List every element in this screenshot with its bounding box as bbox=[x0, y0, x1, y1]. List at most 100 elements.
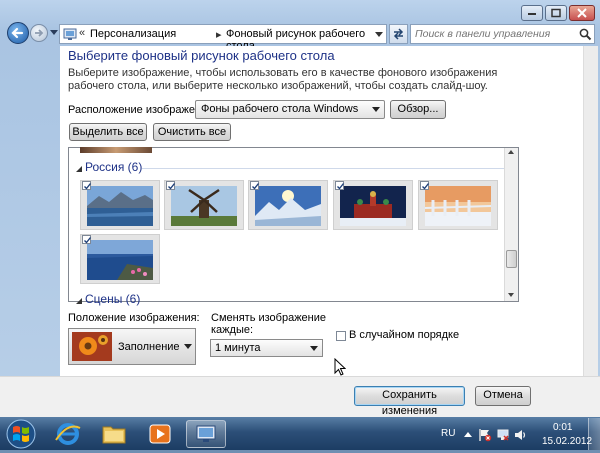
image-location-select[interactable]: Фоны рабочего стола Windows bbox=[195, 100, 385, 119]
collapse-triangle-icon[interactable] bbox=[76, 298, 82, 304]
volume-icon[interactable] bbox=[513, 428, 527, 442]
gallery-scroll-thumb[interactable] bbox=[506, 250, 517, 268]
input-language-indicator[interactable]: RU bbox=[441, 428, 455, 439]
checkmark-icon bbox=[337, 183, 345, 190]
address-overflow-chevron[interactable]: « bbox=[79, 27, 85, 39]
maximize-icon bbox=[551, 8, 561, 18]
chevron-down-icon bbox=[184, 344, 192, 349]
search-box[interactable] bbox=[410, 24, 595, 44]
back-button[interactable] bbox=[7, 22, 29, 44]
refresh-button[interactable] bbox=[389, 24, 408, 44]
collapse-triangle-icon[interactable] bbox=[76, 166, 82, 172]
media-player-icon bbox=[149, 424, 171, 444]
coast-flowers-image bbox=[87, 240, 153, 280]
thumbnail-checkbox[interactable] bbox=[82, 235, 92, 244]
frosty-sunset-image bbox=[425, 186, 491, 226]
chevron-down-icon bbox=[310, 346, 318, 351]
folder-icon bbox=[102, 426, 126, 444]
snowy-mountains-image bbox=[255, 186, 321, 226]
flower-preview-image bbox=[72, 332, 112, 361]
checkmark-icon bbox=[84, 237, 92, 244]
gallery-scrollbar[interactable] bbox=[504, 148, 518, 301]
search-icon[interactable] bbox=[579, 28, 592, 41]
shuffle-checkbox[interactable] bbox=[336, 331, 346, 341]
minimize-button[interactable] bbox=[521, 5, 543, 21]
cancel-button[interactable]: Отмена bbox=[475, 386, 531, 406]
title-bar[interactable] bbox=[0, 0, 600, 22]
action-center-flag-icon[interactable] bbox=[478, 428, 492, 442]
show-desktop-button[interactable] bbox=[588, 418, 600, 450]
lake-mountains-image bbox=[87, 186, 153, 226]
taskbar-media-player[interactable] bbox=[140, 420, 180, 448]
taskbar-internet-explorer[interactable] bbox=[48, 420, 88, 448]
change-interval-value: 1 минута bbox=[215, 342, 261, 354]
picture-position-select[interactable]: Заполнение bbox=[68, 328, 196, 365]
start-button[interactable] bbox=[3, 418, 39, 450]
internet-explorer-icon bbox=[55, 423, 81, 445]
thumbnail-checkbox[interactable] bbox=[420, 181, 430, 190]
taskbar-windows-explorer[interactable] bbox=[94, 420, 134, 448]
recent-pages-dropdown-icon[interactable] bbox=[50, 30, 58, 36]
search-input[interactable] bbox=[415, 26, 570, 42]
change-interval-label-line1: Сменять изображение bbox=[211, 312, 327, 324]
cathedral-image bbox=[340, 186, 406, 226]
checkmark-icon bbox=[84, 183, 92, 190]
thumbnail-checkbox[interactable] bbox=[335, 181, 345, 190]
page-description: Выберите изображение, чтобы использовать… bbox=[68, 67, 498, 92]
chevron-down-icon bbox=[375, 32, 383, 37]
change-interval-select[interactable]: 1 минута bbox=[210, 339, 323, 357]
maximize-button[interactable] bbox=[545, 5, 567, 21]
taskbar bbox=[0, 417, 600, 450]
browse-button[interactable]: Обзор... bbox=[390, 100, 446, 119]
show-hidden-icons-icon[interactable] bbox=[464, 432, 472, 437]
wallpaper-thumbnail[interactable] bbox=[333, 180, 413, 230]
refresh-icon bbox=[393, 28, 404, 40]
chevron-down-icon bbox=[372, 107, 380, 112]
close-icon bbox=[577, 8, 587, 18]
select-all-button[interactable]: Выделить все bbox=[69, 123, 147, 141]
address-history-dropdown[interactable] bbox=[371, 25, 387, 43]
checkmark-icon bbox=[168, 183, 176, 190]
breadcrumb-personalization[interactable]: Персонализация bbox=[90, 28, 176, 40]
windows-logo-icon bbox=[6, 419, 36, 449]
address-bar[interactable]: « Персонализация ▸ Фоновый рисунок рабоч… bbox=[59, 24, 387, 52]
wallpaper-thumbnail[interactable] bbox=[80, 180, 160, 230]
image-location-value: Фоны рабочего стола Windows bbox=[201, 103, 359, 115]
group-header-russia[interactable]: Россия (6) bbox=[85, 160, 142, 174]
mouse-cursor-icon bbox=[334, 358, 346, 376]
checkmark-icon bbox=[252, 183, 260, 190]
page-title: Выберите фоновый рисунок рабочего стола bbox=[68, 48, 335, 63]
shuffle-label[interactable]: В случайном порядке bbox=[349, 329, 459, 341]
control-panel-icon bbox=[196, 425, 216, 442]
wallpaper-thumbnail[interactable] bbox=[80, 234, 160, 284]
windmill-image bbox=[171, 186, 237, 226]
taskbar-control-panel[interactable] bbox=[186, 420, 226, 448]
picture-position-value: Заполнение bbox=[118, 341, 180, 353]
close-button[interactable] bbox=[569, 5, 595, 21]
checkmark-icon bbox=[422, 183, 430, 190]
thumbnail-checkbox[interactable] bbox=[82, 181, 92, 190]
forward-arrow-icon bbox=[35, 29, 44, 37]
change-interval-label-line2: каждые: bbox=[211, 324, 254, 336]
change-interval-label: Сменять изображение каждые: bbox=[211, 312, 326, 336]
clock-time[interactable]: 0:01 bbox=[553, 422, 572, 433]
scroll-up-icon[interactable] bbox=[508, 150, 514, 154]
wallpaper-thumbnail[interactable] bbox=[164, 180, 244, 230]
scroll-down-icon[interactable] bbox=[508, 293, 514, 297]
picture-position-label: Положение изображения: bbox=[68, 312, 200, 324]
network-icon[interactable] bbox=[496, 428, 510, 442]
wallpaper-thumbnail[interactable] bbox=[248, 180, 328, 230]
wallpaper-thumbnail[interactable] bbox=[418, 180, 498, 230]
forward-button[interactable] bbox=[30, 24, 48, 42]
save-changes-button[interactable]: Сохранить изменения bbox=[354, 386, 465, 417]
thumbnail-checkbox[interactable] bbox=[250, 181, 260, 190]
control-panel-icon bbox=[63, 28, 77, 40]
group-header-scenes[interactable]: Сцены (6) bbox=[85, 292, 140, 306]
minimize-icon bbox=[528, 13, 536, 15]
breadcrumb-separator[interactable]: ▸ bbox=[216, 28, 222, 41]
content-scrollbar[interactable] bbox=[583, 46, 598, 376]
clear-all-button[interactable]: Очистить все bbox=[153, 123, 231, 141]
thumbnail-checkbox[interactable] bbox=[166, 181, 176, 190]
clock-date[interactable]: 15.02.2012 bbox=[542, 436, 592, 447]
partial-thumbnail bbox=[80, 147, 152, 153]
